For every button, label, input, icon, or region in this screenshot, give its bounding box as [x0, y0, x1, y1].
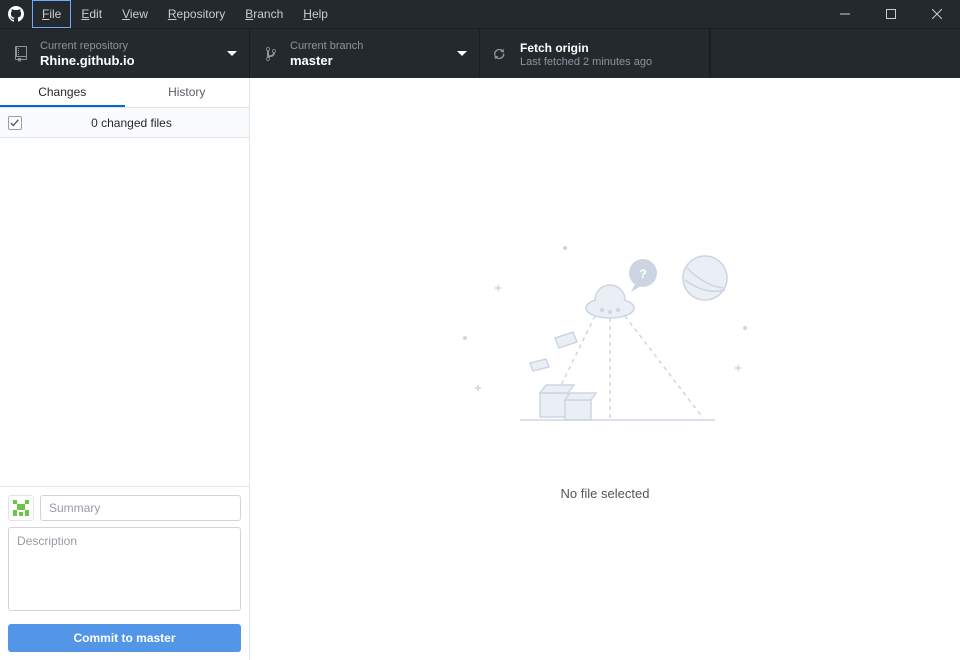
repo-value: Rhine.github.io	[40, 53, 135, 68]
close-button[interactable]	[914, 0, 960, 28]
repo-label: Current repository	[40, 40, 135, 52]
commit-form: Commit to master	[0, 486, 249, 660]
branch-icon	[262, 46, 280, 62]
chevron-down-icon	[227, 51, 237, 57]
window-controls	[822, 0, 960, 28]
repo-icon	[12, 46, 30, 62]
fetch-status: Last fetched 2 minutes ago	[520, 56, 652, 68]
current-repository-dropdown[interactable]: Current repository Rhine.github.io	[0, 29, 250, 78]
toolbar: Current repository Rhine.github.io Curre…	[0, 28, 960, 78]
menu-branch[interactable]: Branch	[235, 0, 293, 28]
menu-edit[interactable]: Edit	[71, 0, 112, 28]
menu-bar: File Edit View Repository Branch Help	[32, 0, 338, 28]
branch-label: Current branch	[290, 40, 363, 52]
sidebar-tabs: Changes History	[0, 78, 249, 108]
current-branch-dropdown[interactable]: Current branch master	[250, 29, 480, 78]
empty-illustration: ?	[445, 238, 765, 458]
commit-button[interactable]: Commit to master	[8, 624, 241, 652]
menu-view[interactable]: View	[112, 0, 158, 28]
menu-repository[interactable]: Repository	[158, 0, 235, 28]
fetch-label: Fetch origin	[520, 41, 652, 55]
changed-files-count: 0 changed files	[22, 116, 241, 130]
main-panel: ? No file selected	[250, 78, 960, 660]
commit-button-branch: master	[136, 631, 175, 645]
menu-file[interactable]: File	[32, 0, 71, 28]
changes-header: 0 changed files	[0, 108, 249, 138]
commit-button-prefix: Commit to	[73, 631, 136, 645]
empty-state-text: No file selected	[561, 486, 650, 501]
maximize-button[interactable]	[868, 0, 914, 28]
description-input[interactable]	[8, 527, 241, 611]
tab-history[interactable]: History	[125, 78, 250, 107]
summary-input[interactable]	[40, 495, 241, 521]
chevron-down-icon	[457, 51, 467, 57]
fetch-origin-button[interactable]: Fetch origin Last fetched 2 minutes ago	[480, 29, 710, 78]
branch-value: master	[290, 53, 363, 68]
minimize-button[interactable]	[822, 0, 868, 28]
sync-icon	[492, 47, 510, 61]
tab-changes[interactable]: Changes	[0, 78, 125, 107]
sidebar: Changes History 0 changed files Commit t…	[0, 78, 250, 660]
avatar	[8, 495, 34, 521]
select-all-checkbox[interactable]	[8, 116, 22, 130]
svg-text:?: ?	[639, 267, 646, 281]
github-logo-icon	[6, 4, 26, 24]
changes-list	[0, 138, 249, 486]
titlebar: File Edit View Repository Branch Help	[0, 0, 960, 28]
menu-help[interactable]: Help	[293, 0, 338, 28]
